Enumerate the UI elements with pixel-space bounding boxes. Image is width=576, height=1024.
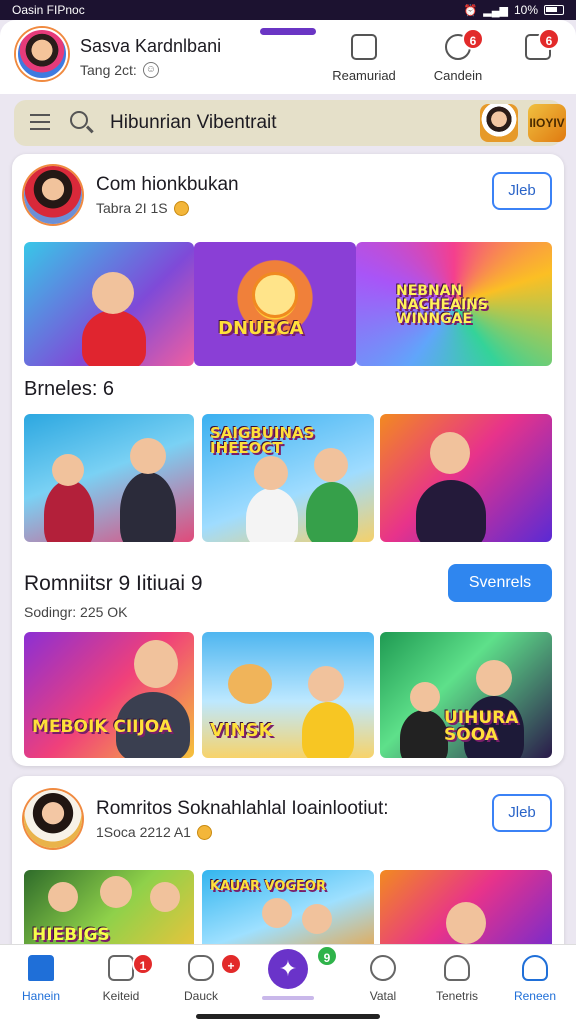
follow-button[interactable]: Jleb: [492, 172, 552, 210]
search-icon[interactable]: [70, 111, 88, 129]
drag-handle[interactable]: [260, 28, 316, 35]
app-header: Sasva Kardnlbani Tang 2ct: ☺ Reamuriad C…: [0, 20, 576, 94]
home-icon: [28, 955, 54, 981]
banner-tile[interactable]: NEBNAN NACHEAINS WINNGAE: [356, 242, 552, 366]
user-name: Sasva Kardnlbani: [80, 36, 222, 56]
nav-discover[interactable]: Dauck +: [162, 953, 242, 1003]
notification-badge: 9: [316, 945, 338, 967]
people-icon: [444, 955, 470, 981]
video-tile[interactable]: MEBOIK CIIJOA: [24, 632, 194, 758]
coin-icon: [196, 824, 212, 840]
post-subtitle: 1Soca 2212 A1: [96, 824, 212, 840]
status-carrier: Oasin FIPnoc: [12, 3, 85, 17]
nav-vatal[interactable]: Vatal: [344, 955, 422, 1003]
notification-badge: 6: [538, 28, 560, 50]
create-button[interactable]: ✦: [268, 949, 308, 989]
profile-icon: [522, 955, 548, 981]
calendar-button[interactable]: Candein 6: [418, 28, 498, 88]
document-icon: [351, 34, 377, 60]
nav-trending[interactable]: Tenetris: [418, 955, 496, 1003]
battery-icon: [544, 5, 564, 15]
tv-icon: [108, 955, 134, 981]
banner-tile[interactable]: [24, 242, 194, 366]
user-avatar[interactable]: [16, 28, 68, 80]
video-tile[interactable]: [380, 414, 552, 542]
post-avatar[interactable]: [24, 790, 82, 848]
alarm-icon: ⏰: [463, 4, 478, 17]
brand-thumbnail[interactable]: IIOYIV: [528, 104, 566, 142]
nav-kitchen[interactable]: Keiteid 1: [82, 953, 160, 1003]
nav-home[interactable]: Hanein: [2, 955, 80, 1003]
video-tile[interactable]: UIHURA SOOA: [380, 632, 552, 758]
follow-button[interactable]: Jleb: [492, 794, 552, 832]
nav-profile[interactable]: Reneen: [496, 955, 574, 1003]
section-subtitle: Sodingr: 225 OK: [24, 604, 128, 620]
section-title: Brneles: 6: [24, 378, 115, 400]
signal-icon: ▂▄▆: [483, 4, 508, 17]
messages-button[interactable]: 6: [498, 28, 576, 88]
emoji-icon[interactable]: ☺: [142, 62, 159, 78]
video-tile[interactable]: SAIGBUINAS IHEEOCT: [202, 414, 374, 542]
see-all-button[interactable]: Svenrels: [448, 564, 552, 602]
search-bar[interactable]: Hibunrian Vibentrait IIOYIV: [14, 100, 566, 146]
notification-badge: 1: [132, 953, 154, 975]
search-input[interactable]: Hibunrian Vibentrait: [110, 112, 277, 134]
coin-icon: [173, 200, 189, 216]
video-tile[interactable]: [24, 414, 194, 542]
feed-card: Com hionkbukan Tabra 2I 1S Jleb DNUBCA N…: [12, 154, 564, 766]
feed-card: Romritos Soknahlahlal Ioainlootiut: 1Soc…: [12, 776, 564, 966]
battery-percent: 10%: [513, 3, 538, 17]
create-indicator: [262, 996, 314, 1000]
compass-icon: [370, 955, 396, 981]
rewards-button[interactable]: Reamuriad: [324, 32, 404, 88]
profile-thumbnail[interactable]: [480, 104, 518, 142]
banner-tile[interactable]: DNUBCA: [194, 242, 356, 366]
notification-badge: 6: [462, 28, 484, 50]
post-subtitle: Tabra 2I 1S: [96, 200, 189, 216]
section-title: Romniitsr 9 Iitiuai 9: [24, 572, 203, 595]
bottom-navigation: Hanein Keiteid 1 Dauck + ✦ 9 Vatal Tenet…: [0, 944, 576, 1024]
menu-icon[interactable]: [30, 114, 50, 130]
post-title[interactable]: Romritos Soknahlahlal Ioainlootiut:: [96, 798, 389, 820]
video-tile[interactable]: VINSK: [202, 632, 374, 758]
user-subtitle: Tang 2ct: ☺: [80, 62, 159, 78]
notification-badge: +: [220, 953, 242, 975]
status-bar: Oasin FIPnoc ⏰ ▂▄▆ 10%: [0, 0, 576, 20]
home-indicator[interactable]: [196, 1014, 380, 1019]
star-icon: [188, 955, 214, 981]
post-title[interactable]: Com hionkbukan: [96, 174, 239, 196]
post-avatar[interactable]: [24, 166, 82, 224]
